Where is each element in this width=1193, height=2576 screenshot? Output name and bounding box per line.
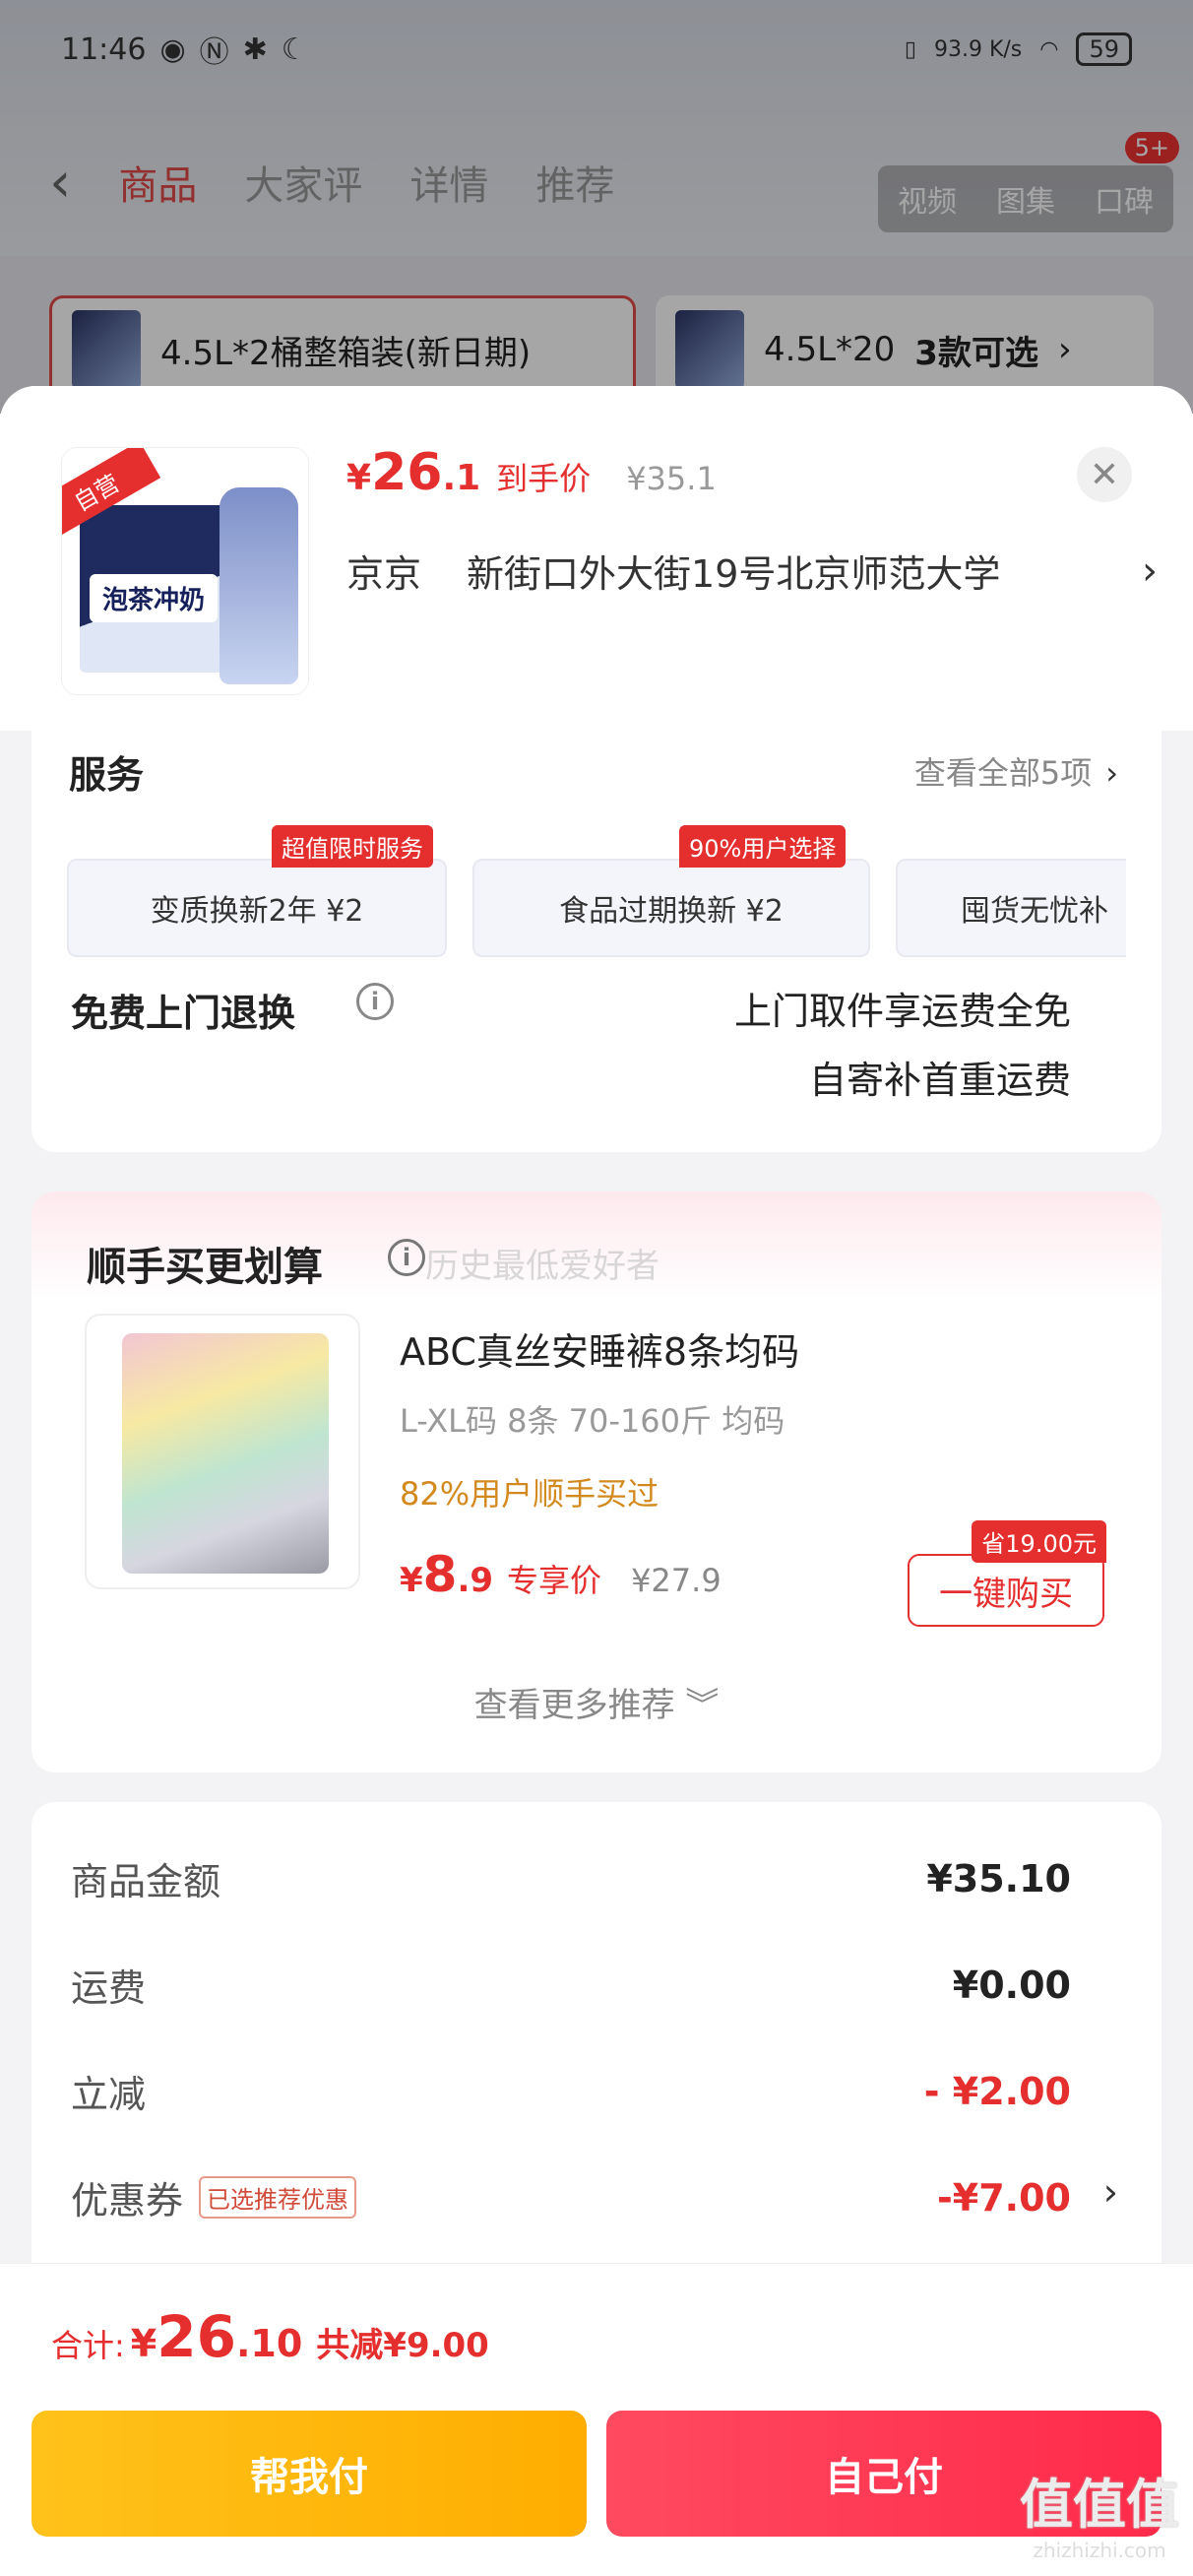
- one-click-buy-button[interactable]: 一键购买: [908, 1554, 1104, 1627]
- service-tag: 超值限时服务: [272, 825, 433, 868]
- service-option[interactable]: 变质换新2年 ¥2: [67, 859, 447, 957]
- total-savings: 共减¥9.00: [316, 2326, 489, 2365]
- address-detail: 新街口外大街19号北京师范大学: [467, 552, 1001, 596]
- summary-row-goods: 商品金额 ¥35.10: [71, 1851, 1071, 1905]
- payment-sheet: 泡茶冲奶 自营 ¥26.1 到手价 ¥35.1 ✕ 京京 新街口外大街19号北京…: [0, 386, 1193, 2576]
- free-return-title: 免费上门退换: [71, 992, 296, 1035]
- chevron-right-icon: ›: [1105, 754, 1118, 792]
- sheet-header: 泡茶冲奶 自营 ¥26.1 到手价 ¥35.1 ✕ 京京 新街口外大街19号北京…: [0, 386, 1193, 731]
- recommend-title: 顺手买更划算: [87, 1245, 323, 1290]
- total-bar: 合计: ¥26.10 共减¥9.00: [0, 2263, 1193, 2403]
- address-row[interactable]: 京京 新街口外大街19号北京师范大学 ›: [346, 544, 1158, 598]
- free-return-line2: 自寄补首重运费: [808, 1059, 1071, 1102]
- summary-value: ¥35.10: [926, 1856, 1071, 1900]
- product-bag: [122, 1333, 329, 1574]
- price-row: ¥26.1 到手价 ¥35.1: [346, 443, 717, 502]
- free-return-line1: 上门取件享运费全免: [733, 990, 1071, 1033]
- chevron-right-icon: ›: [1142, 547, 1158, 594]
- close-icon: ✕: [1089, 454, 1120, 495]
- summary-value: ¥0.00: [952, 1963, 1071, 2007]
- product-box-label: 泡茶冲奶: [90, 574, 218, 622]
- final-price: ¥26.1: [346, 443, 481, 502]
- recommend-product-spec: L-XL码 8条 70-160斤 均码: [400, 1402, 785, 1440]
- service-option[interactable]: 食品过期换新 ¥2: [472, 859, 870, 957]
- action-buttons: 帮我付 自己付 值值值 zhizhizhi.com: [0, 2403, 1193, 2576]
- summary-label: 商品金额: [71, 1860, 221, 1903]
- recommend-original-price: ¥27.9: [631, 1562, 722, 1599]
- background-page: 11:46 ◉ Ⓝ ✱ ☾ ▯ 93.9 K/s ◠ 59 ‹ 商品 大家评 详…: [0, 0, 1193, 414]
- summary-label: 立减: [71, 2073, 147, 2116]
- original-price: ¥35.1: [626, 460, 717, 497]
- summary-value: -¥7.00: [937, 2175, 1071, 2220]
- recommend-product-name[interactable]: ABC真丝安睡裤8条均码: [400, 1321, 799, 1376]
- service-option[interactable]: 囤货无忧补: [896, 859, 1126, 957]
- summary-label: 运费: [71, 1966, 147, 2010]
- info-icon[interactable]: i: [388, 1239, 425, 1276]
- service-tag: 90%用户选择: [679, 825, 847, 868]
- summary-row-discount: 立减 - ¥2.00: [71, 2064, 1071, 2118]
- floating-watermark-text: 历史最低爱好者: [425, 1247, 659, 1286]
- summary-row-shipping: 运费 ¥0.00: [71, 1958, 1071, 2012]
- product-bottle: [220, 487, 298, 684]
- recommend-price-row: ¥8.9 专享价 ¥27.9: [400, 1546, 722, 1603]
- overlay-dim[interactable]: [0, 0, 1193, 414]
- services-see-all[interactable]: 查看全部5项 ›: [914, 748, 1118, 794]
- summary-label: 优惠券 已选推荐优惠: [71, 2170, 357, 2224]
- final-price-label: 到手价: [496, 460, 592, 497]
- total-value: ¥26.10: [130, 2303, 303, 2370]
- coupon-tag: 已选推荐优惠: [199, 2176, 357, 2219]
- services-card: 服务 查看全部5项 › 超值限时服务 90%用户选择 变质换新2年 ¥2 食品过期…: [31, 703, 1162, 1152]
- chevron-right-icon: ›: [1102, 2170, 1118, 2214]
- recommend-card: 顺手买更划算 i 历史最低爱好者 ABC真丝安睡裤8条均码 L-XL码 8条 7…: [31, 1191, 1162, 1772]
- summary-row-coupon[interactable]: 优惠券 已选推荐优惠 -¥7.00: [71, 2170, 1071, 2224]
- services-list: 变质换新2年 ¥2 食品过期换新 ¥2 囤货无忧补: [67, 859, 1126, 957]
- recommend-product-image[interactable]: [85, 1314, 360, 1589]
- summary-value: - ¥2.00: [923, 2069, 1071, 2113]
- price-summary-card: 商品金额 ¥35.10 运费 ¥0.00 立减 - ¥2.00 优惠券 已选推荐优…: [31, 1802, 1162, 2314]
- product-image: 泡茶冲奶 自营: [61, 447, 309, 695]
- address-city: 京京: [346, 552, 422, 596]
- recommend-price-label: 专享价: [507, 1562, 602, 1599]
- site-watermark: 值值值 zhizhizhi.com: [1020, 2474, 1179, 2562]
- help-pay-button[interactable]: 帮我付: [31, 2411, 587, 2537]
- recommend-percent: 82%用户顺手买过: [400, 1475, 659, 1513]
- product-box: 泡茶冲奶: [80, 505, 227, 673]
- see-more-recommend[interactable]: 查看更多推荐 ︾: [31, 1678, 1162, 1726]
- recommend-price: ¥8.9: [400, 1546, 494, 1603]
- total-label: 合计:: [51, 2327, 125, 2364]
- info-icon[interactable]: i: [356, 983, 394, 1020]
- close-button[interactable]: ✕: [1077, 447, 1132, 502]
- services-title: 服务: [69, 753, 145, 797]
